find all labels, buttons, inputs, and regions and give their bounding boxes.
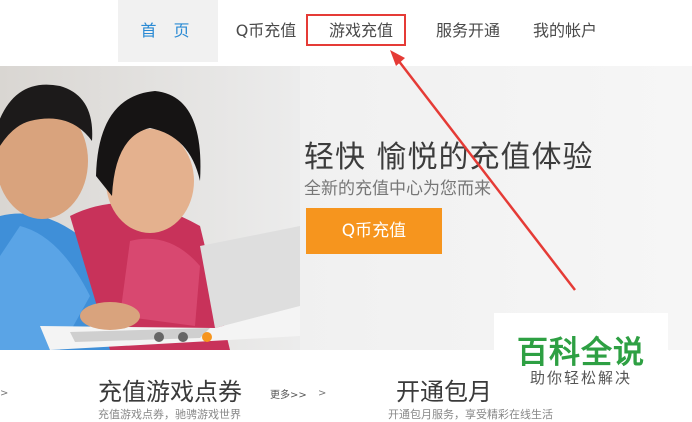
carousel-dot-1[interactable] — [154, 332, 164, 342]
hero-banner: 轻快 愉悦的充值体验 全新的充值中心为您而来 Q币充值 — [0, 66, 692, 350]
qb-recharge-button[interactable]: Q币充值 — [306, 208, 442, 254]
nav-item-home[interactable]: 首 页 — [118, 0, 218, 62]
highlight-box — [306, 14, 406, 46]
game-points-card: 充值游戏点券 更多>> 充值游戏点券，驰骋游戏世界 — [8, 350, 310, 422]
watermark-title: 百科全说 — [517, 335, 645, 371]
nav-item-my-account[interactable]: 我的帐户 — [520, 0, 610, 62]
monthly-subscription-title[interactable]: 开通包月 — [396, 372, 492, 407]
game-points-description: 充值游戏点券，驰骋游戏世界 — [98, 408, 241, 421]
monthly-subscription-description: 开通包月服务，享受精彩在线生活 — [388, 408, 553, 421]
watermark-subtitle: 助你轻松解决 — [529, 369, 632, 387]
right-arrow-icon[interactable]: > — [318, 388, 326, 399]
more-link[interactable]: 更多>> — [270, 386, 307, 401]
nav-item-service-activation[interactable]: 服务开通 — [422, 0, 514, 62]
watermark-logo: 百科全说 助你轻松解决 — [494, 313, 668, 395]
hero-title: 轻快 愉悦的充值体验 — [304, 140, 594, 175]
game-points-title[interactable]: 充值游戏点券 — [98, 372, 242, 407]
nav-item-qb-recharge[interactable]: Q币充值 — [222, 0, 310, 62]
carousel-dot-3[interactable] — [202, 332, 212, 342]
carousel-dot-2[interactable] — [178, 332, 188, 342]
hero-photo — [0, 66, 300, 350]
hero-subtitle: 全新的充值中心为您而来 — [304, 179, 491, 199]
top-navigation: 首 页 Q币充值 游戏充值 服务开通 我的帐户 — [0, 0, 692, 66]
